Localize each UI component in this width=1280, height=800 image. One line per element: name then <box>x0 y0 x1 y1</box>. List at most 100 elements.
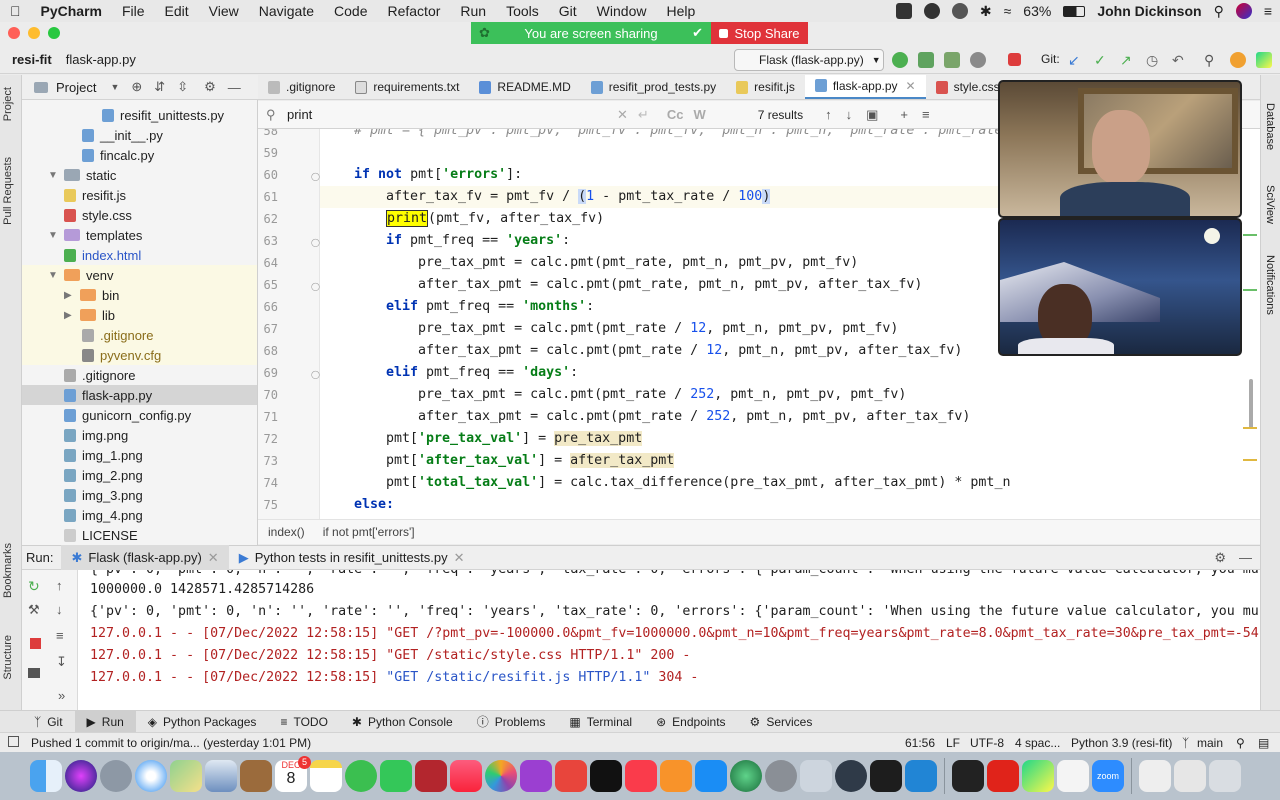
soft-wrap-icon[interactable]: ≡ <box>56 628 64 643</box>
search-everywhere-icon[interactable]: ⚲ <box>1204 52 1220 68</box>
breadcrumb-function[interactable]: index() <box>268 525 305 539</box>
ide-updates-icon[interactable] <box>1230 52 1246 68</box>
tool-endpoints[interactable]: ⊛ Endpoints <box>644 711 737 733</box>
chevron-down-icon[interactable]: ▼ <box>48 170 58 181</box>
scroll-down-icon[interactable]: ↓ <box>56 602 63 617</box>
expand-all-icon[interactable]: ⇵ <box>154 79 165 95</box>
rerun-icon[interactable]: ↻ <box>28 578 40 595</box>
quicktime-icon[interactable] <box>835 760 867 792</box>
stop-icon[interactable] <box>30 638 41 649</box>
tree-item[interactable]: ▼ templates <box>22 225 257 245</box>
tab-resifit-prod-tests[interactable]: resifit_prod_tests.py <box>581 75 726 99</box>
messages-icon[interactable] <box>345 760 377 792</box>
python-interpreter[interactable]: Python 3.9 (resi-fit) <box>1071 736 1172 750</box>
maps-icon[interactable] <box>170 760 202 792</box>
close-window-button[interactable] <box>8 27 20 39</box>
tab-readme[interactable]: README.MD <box>469 75 580 99</box>
bookmarks-tool-button[interactable]: Bookmarks <box>2 543 14 598</box>
podcasts-icon[interactable] <box>520 760 552 792</box>
menu-file[interactable]: File <box>112 3 155 19</box>
close-tab-icon[interactable]: ✕ <box>208 550 219 566</box>
zoom-app-icon[interactable]: zoom <box>1092 760 1124 792</box>
git-history-icon[interactable]: ◷ <box>1146 52 1162 68</box>
video-tile-participant[interactable] <box>998 218 1242 356</box>
trash-icon[interactable] <box>1209 760 1241 792</box>
chevron-right-icon[interactable]: ▶ <box>64 290 74 301</box>
menu-help[interactable]: Help <box>656 3 705 19</box>
locate-file-icon[interactable]: ⊕ <box>131 79 142 95</box>
tree-item[interactable]: img_3.png <box>22 485 257 505</box>
news-icon[interactable] <box>625 760 657 792</box>
clear-search-icon[interactable]: ✕ <box>617 107 628 123</box>
sciview-tool-button[interactable]: SciView <box>1264 185 1276 224</box>
tree-item[interactable]: __init__.py <box>22 125 257 145</box>
pull-requests-tool-button[interactable]: Pull Requests <box>2 157 14 225</box>
tool-python-packages[interactable]: ◈ Python Packages <box>136 711 269 733</box>
preview-icon[interactable] <box>205 760 237 792</box>
tab-resifit-js[interactable]: resifit.js <box>726 75 805 99</box>
downloads-stack-icon[interactable] <box>1174 760 1206 792</box>
photo-booth-icon[interactable] <box>415 760 447 792</box>
tree-item[interactable]: gunicorn_config.py <box>22 405 257 425</box>
tree-item[interactable]: fincalc.py <box>22 145 257 165</box>
fold-icon[interactable]: ◯ <box>311 370 320 379</box>
tree-item[interactable]: .gitignore <box>22 325 257 345</box>
vscode-icon[interactable] <box>905 760 937 792</box>
chevron-down-icon[interactable]: ▼ <box>110 82 119 92</box>
panel-toggle-icon[interactable] <box>8 736 19 747</box>
app-menu[interactable]: PyCharm <box>31 3 112 19</box>
minimize-window-button[interactable] <box>28 27 40 39</box>
git-commit-icon[interactable]: ✓ <box>1094 52 1110 68</box>
terminal-icon[interactable] <box>870 760 902 792</box>
video-tile-presenter[interactable] <box>998 80 1242 218</box>
photos-icon[interactable] <box>485 760 517 792</box>
tool-python-console[interactable]: ✱ Python Console <box>340 711 465 733</box>
whole-words-toggle[interactable]: W <box>693 107 705 122</box>
books-icon[interactable] <box>660 760 692 792</box>
menu-window[interactable]: Window <box>587 3 657 19</box>
tab-style-css[interactable]: style.css <box>926 75 1010 99</box>
apple-tv-icon[interactable] <box>590 760 622 792</box>
calendar-icon[interactable]: DEC 8 5 <box>275 756 311 792</box>
editor-error-stripe[interactable] <box>1240 129 1260 519</box>
tab-gitignore[interactable]: .gitignore <box>258 75 345 99</box>
accessibility-icon[interactable] <box>923 3 940 19</box>
system-preferences-icon[interactable] <box>765 760 797 792</box>
structure-tool-button[interactable]: Structure <box>2 635 14 680</box>
profile-icon[interactable] <box>970 52 986 68</box>
tree-item[interactable]: ▼ static <box>22 165 257 185</box>
match-case-toggle[interactable]: Cc <box>667 107 684 122</box>
tree-item[interactable]: flask-app.py <box>22 385 257 405</box>
run-console[interactable]: {'pv': 0, 'pmt': 0, 'n': '', 'rate': '',… <box>78 570 1260 710</box>
tree-item[interactable]: img_2.png <box>22 465 257 485</box>
caret-position[interactable]: 61:56 <box>905 736 935 750</box>
run-tab-unittests[interactable]: ▶ Python tests in resifit_unittests.py ✕ <box>229 545 475 570</box>
tree-item[interactable]: LICENSE <box>22 525 257 545</box>
new-line-icon[interactable]: ↵ <box>638 107 649 123</box>
menu-refactor[interactable]: Refactor <box>377 3 450 19</box>
filter-icon[interactable]: ≡ <box>922 107 930 122</box>
tree-item[interactable]: style.css <box>22 205 257 225</box>
menu-run[interactable]: Run <box>450 3 496 19</box>
project-tool-button[interactable]: Project <box>2 87 14 121</box>
tool-git[interactable]: ᛉ Git <box>22 711 75 733</box>
globe-app-icon[interactable] <box>730 760 762 792</box>
menu-view[interactable]: View <box>199 3 249 19</box>
tool-todo[interactable]: ≡ TODO <box>268 711 339 733</box>
document-icon[interactable] <box>1057 760 1089 792</box>
add-occurrence-icon[interactable]: + <box>900 107 908 122</box>
fold-icon[interactable]: ◯ <box>311 238 320 247</box>
wrench-icon[interactable]: ⚒ <box>28 602 40 618</box>
music-icon[interactable] <box>450 760 482 792</box>
git-push-icon[interactable]: ↗ <box>1120 52 1136 68</box>
hide-panel-icon[interactable]: — <box>228 80 241 95</box>
news-icon-alt[interactable] <box>555 760 587 792</box>
git-update-icon[interactable]: ↙ <box>1068 52 1084 68</box>
control-center-icon[interactable]: ≡ <box>1264 3 1272 19</box>
coverage-icon[interactable] <box>944 52 960 68</box>
search-input[interactable]: print <box>287 107 609 122</box>
document-stack-icon[interactable] <box>1139 760 1171 792</box>
wifi-icon[interactable]: ≈ <box>1004 3 1012 19</box>
tool-run[interactable]: ▶ Run <box>74 710 136 733</box>
menu-edit[interactable]: Edit <box>155 3 199 19</box>
